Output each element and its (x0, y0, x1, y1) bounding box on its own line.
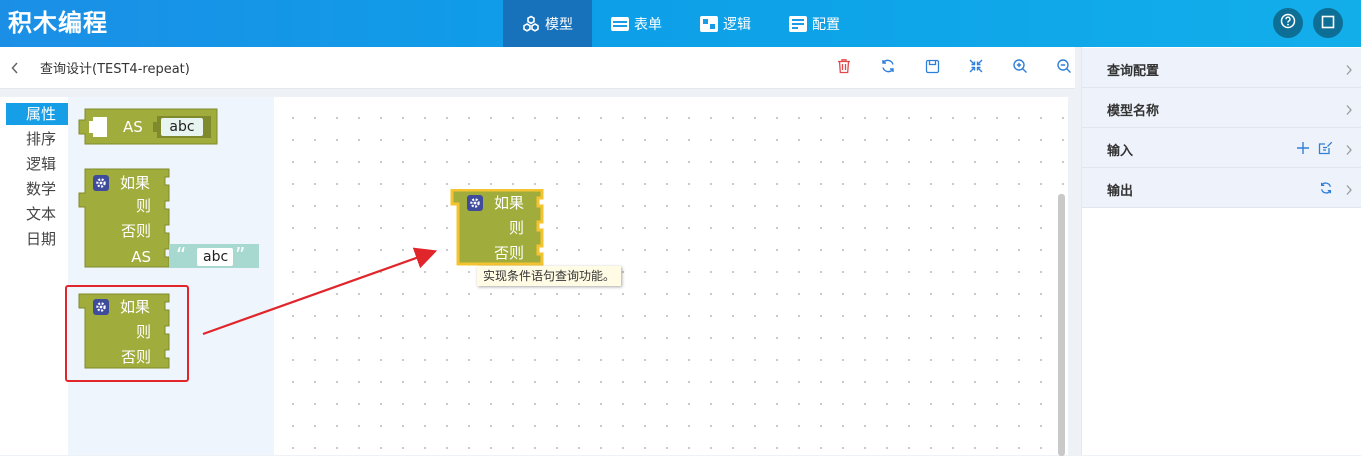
edit-icon[interactable] (1318, 140, 1333, 159)
chevron-right-icon (1345, 101, 1353, 120)
help-icon (1280, 13, 1296, 33)
block-tooltip: 实现条件语句查询功能。 (477, 266, 622, 286)
refresh-button[interactable] (866, 59, 910, 77)
canvas-if-block[interactable]: 如果 则 否则 (450, 189, 550, 269)
right-panel: 查询配置 模型名称 输入 输出 (1081, 47, 1361, 455)
fullscreen-icon (1321, 14, 1335, 33)
app-title: 积木编程 (8, 9, 108, 37)
refresh-icon[interactable] (1319, 180, 1333, 199)
else-label: 否则 (120, 222, 151, 240)
if-label: 如果 (494, 194, 525, 212)
mutator-gear-icon[interactable] (467, 195, 483, 211)
zoom-in-button[interactable] (998, 59, 1042, 77)
add-icon[interactable] (1296, 140, 1310, 159)
toolbox-category-date[interactable]: 日期 (6, 228, 68, 250)
tab-form-label: 表单 (634, 16, 662, 33)
save-button[interactable] (910, 59, 954, 77)
workspace-scrollbar[interactable] (1058, 194, 1065, 456)
mutator-gear-icon[interactable] (93, 175, 109, 191)
as-value-field[interactable]: abc (161, 118, 203, 136)
chevron-right-icon (1345, 61, 1353, 80)
zoom-out-button[interactable] (1042, 59, 1086, 77)
save-icon (925, 59, 940, 78)
tab-model[interactable]: 模型 (503, 0, 592, 47)
if-label: 如果 (120, 174, 151, 192)
top-bar: 积木编程 模型 表单 逻辑 配置 (0, 0, 1361, 47)
canvas-toolbar (822, 59, 1086, 77)
tab-logic[interactable]: 逻辑 (681, 0, 770, 47)
toolbox-category-attribute[interactable]: 属性 (6, 103, 68, 125)
highlight-box (65, 285, 189, 382)
main-nav: 模型 表单 逻辑 配置 (503, 0, 859, 47)
panel-item-output[interactable]: 输出 (1082, 168, 1361, 208)
then-label: 则 (135, 197, 151, 215)
tab-form[interactable]: 表单 (592, 0, 681, 47)
tab-logic-label: 逻辑 (723, 16, 751, 33)
panel-item-input[interactable]: 输入 (1082, 128, 1361, 168)
delete-icon (837, 58, 851, 78)
toolbox-category-math[interactable]: 数学 (6, 178, 68, 200)
as-block[interactable]: AS abc (77, 108, 219, 146)
form-icon (610, 14, 630, 34)
chevron-right-icon (1345, 141, 1353, 160)
delete-button[interactable] (822, 59, 866, 77)
cubes-icon (521, 14, 541, 34)
fullscreen-button[interactable] (1313, 8, 1343, 38)
then-label: 则 (508, 219, 524, 237)
config-icon (788, 14, 808, 34)
panel-item-model-name[interactable]: 模型名称 (1082, 88, 1361, 128)
toolbox-category-logic[interactable]: 逻辑 (6, 153, 68, 175)
toolbox-category-text[interactable]: 文本 (6, 203, 68, 225)
panel-item-label: 输出 (1107, 184, 1134, 199)
sub-header: 查询设计(TEST4-repeat) (0, 47, 1075, 89)
open-quote-icon: “ (176, 243, 187, 267)
tab-model-label: 模型 (545, 16, 573, 33)
zoom-in-icon (1012, 58, 1028, 78)
annotation-arrow (202, 247, 438, 336)
help-button[interactable] (1273, 8, 1303, 38)
chevron-left-icon[interactable] (10, 60, 20, 79)
panel-item-label: 查询配置 (1107, 64, 1160, 79)
refresh-icon (880, 58, 896, 78)
panel-item-label: 模型名称 (1107, 104, 1160, 119)
panel-item-query-config[interactable]: 查询配置 (1082, 48, 1361, 88)
as-keyword: AS (123, 118, 143, 136)
page-title: 查询设计(TEST4-repeat) (40, 62, 190, 77)
panel-item-label: 输入 (1107, 144, 1134, 159)
chevron-right-icon (1345, 181, 1353, 200)
zoom-out-icon (1056, 58, 1072, 78)
header-actions (1273, 8, 1343, 38)
toolbox: 属性 排序 逻辑 数学 文本 日期 (0, 97, 72, 455)
collapse-icon (968, 58, 984, 78)
as-label: AS (131, 248, 151, 266)
logic-icon (699, 14, 719, 34)
tab-config-label: 配置 (812, 16, 840, 33)
tab-config[interactable]: 配置 (770, 0, 859, 47)
toolbox-category-sort[interactable]: 排序 (6, 128, 68, 150)
collapse-button[interactable] (954, 59, 998, 77)
else-label: 否则 (493, 244, 524, 262)
